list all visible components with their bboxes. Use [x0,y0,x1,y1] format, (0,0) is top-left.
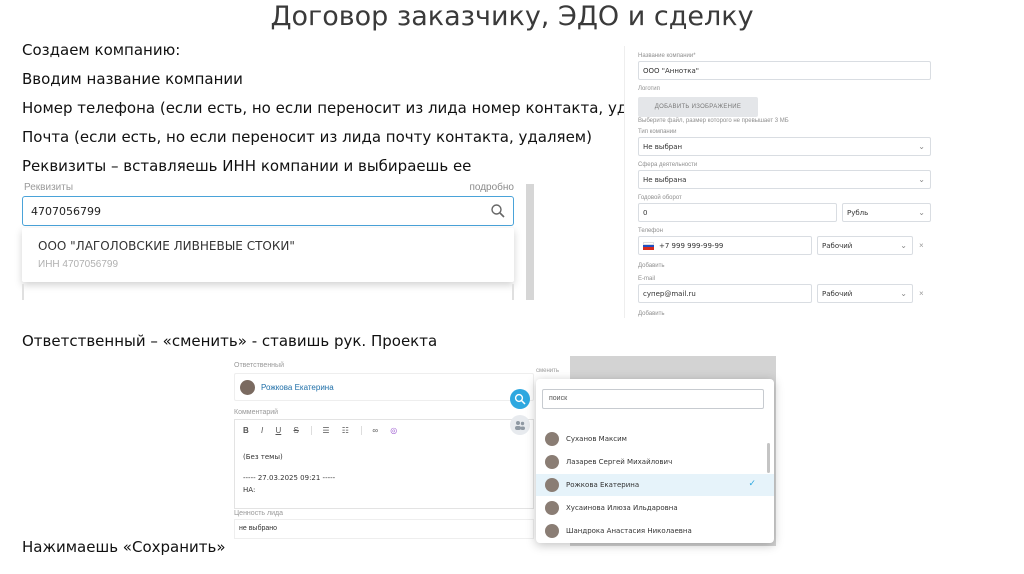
responsible-name: Рожкова Екатерина [261,383,334,392]
user-name: Суханов Максим [566,435,627,443]
suggestion-inn: ИНН 4707056799 [38,259,119,270]
step-save: Нажимаешь «Сохранить» [22,538,226,556]
responsible-screenshot: Ответственный Рожкова Екатерина сменить … [230,356,776,546]
step-responsible: Ответственный – «сменить» - ставишь рук.… [22,332,438,350]
users-icon[interactable] [510,415,530,435]
divider [512,284,514,300]
avatar [545,501,559,515]
add-phone-link[interactable]: Добавить [638,263,665,269]
currency-value: Рубль [847,209,869,217]
avatar [545,478,559,492]
copilot-icon[interactable]: ◎ [390,426,397,435]
logo-label: Логотип [638,86,660,92]
turnover-input[interactable]: 0 [638,203,837,222]
remove-email-icon[interactable]: × [919,289,924,298]
search-icon[interactable] [490,203,506,219]
slide-title: Договор заказчику, ЭДО и сделку [270,1,754,32]
sphere-select[interactable]: Не выбрана ⌄ [638,170,931,189]
step-create-company: Создаем компанию: [22,41,181,59]
list-item-selected[interactable]: Рожкова Екатерина ✓ [536,474,774,496]
logo-hint: Выберите файл, размер которого не превыш… [638,118,789,124]
step-enter-name: Вводим название компании [22,70,243,88]
currency-select[interactable]: Рубль ⌄ [842,203,931,222]
avatar [545,524,559,538]
company-type-select[interactable]: Не выбран ⌄ [638,137,931,156]
company-form-screenshot: Название компании* ООО "Аннотка" Логотип… [624,46,940,318]
add-image-button[interactable]: ДОБАВИТЬ ИЗОБРАЖЕНИЕ [638,97,758,117]
change-link[interactable]: сменить [536,368,559,374]
italic-button[interactable]: I [261,426,263,435]
comment-label: Комментарий [234,409,279,416]
chevron-down-icon: ⌄ [918,142,925,151]
bullet-list-icon[interactable]: ☷ [342,426,349,435]
phone-input[interactable]: +7 999 999-99-99 [638,236,812,255]
lead-value-label: Ценность лида [234,510,283,517]
chevron-down-icon: ⌄ [918,175,925,184]
step-phone: Номер телефона (если есть, но если перен… [22,99,682,117]
list-item[interactable]: Хусаинова Илюза Ильдаровна [536,497,774,519]
requisites-label: Реквизиты [24,182,74,193]
strike-button[interactable]: S [294,426,299,435]
avatar [240,380,255,395]
phone-value: +7 999 999-99-99 [659,242,724,250]
company-type-value: Не выбран [643,143,683,151]
avatar [545,432,559,446]
chevron-down-icon: ⌄ [900,241,907,250]
step-email: Почта (если есть, но если переносит из л… [22,128,592,146]
company-type-label: Тип компании [638,129,677,135]
toolbar-divider [361,426,363,436]
responsible-label: Ответственный [234,362,284,369]
phone-type-select[interactable]: Рабочий ⌄ [817,236,913,255]
lead-value-select[interactable]: не выбрано [234,519,534,539]
check-icon: ✓ [748,478,756,488]
numbered-list-icon[interactable]: ☰ [322,426,329,435]
details-link[interactable]: подробно [469,182,514,193]
divider [22,284,24,300]
sphere-value: Не выбрана [643,176,687,184]
list-item[interactable]: Шандрока Анастасия Николаевна [536,520,774,542]
remove-phone-icon[interactable]: × [919,241,924,250]
step-requisites: Реквизиты – вставляешь ИНН компании и вы… [22,157,472,175]
scrollbar[interactable] [526,184,534,300]
list-item[interactable]: Суханов Максим [536,428,774,450]
company-name-input[interactable]: ООО "Аннотка" [638,61,931,80]
user-name: Шандрока Анастасия Николаевна [566,527,692,535]
recipient-line: НА: [243,486,256,494]
turnover-label: Годовой оборот [638,195,682,201]
phone-type-value: Рабочий [822,242,853,250]
responsible-field[interactable]: Рожкова Екатерина [234,373,534,401]
editor-toolbar: B I U S ☰ ☷ ∞ ◎ [243,426,407,436]
user-name: Рожкова Екатерина [566,481,640,489]
add-email-link[interactable]: Добавить [638,311,665,317]
chevron-down-icon: ⌄ [900,289,907,298]
search-user-icon[interactable] [510,389,530,409]
requisites-input[interactable]: 4707056799 [22,196,514,226]
company-name-label: Название компании* [638,53,696,59]
requisites-input-value: 4707056799 [31,205,101,218]
suggestion-company-name: ООО "ЛАГОЛОВСКИЕ ЛИВНЕВЫЕ СТОКИ" [38,239,295,253]
user-search-input[interactable]: поиск [542,389,764,409]
email-subject: (Без темы) [243,453,283,461]
email-type-select[interactable]: Рабочий ⌄ [817,284,913,303]
user-name: Хусаинова Илюза Ильдаровна [566,504,678,512]
list-item[interactable]: Лазарев Сергей Михайлович [536,451,774,473]
chevron-down-icon: ⌄ [918,208,925,217]
requisites-suggestion[interactable]: ООО "ЛАГОЛОВСКИЕ ЛИВНЕВЫЕ СТОКИ" ИНН 470… [22,228,514,282]
toolbar-divider [311,426,313,436]
phone-label: Телефон [638,228,663,234]
user-name: Лазарев Сергей Михайлович [566,458,673,466]
email-label: E-mail [638,276,656,282]
avatar [545,455,559,469]
user-picker-dropdown: поиск Суханов Максим Лазарев Сергей Миха… [536,379,774,543]
comment-editor[interactable]: B I U S ☰ ☷ ∞ ◎ (Без темы) ----- 27.03.2… [234,419,534,509]
russia-flag-icon [643,242,654,250]
underline-button[interactable]: U [275,426,281,435]
requisites-screenshot: Реквизиты подробно 4707056799 ООО "ЛАГОЛ… [20,180,534,300]
sphere-label: Сфера деятельности [638,162,698,168]
email-input[interactable]: супер@mail.ru [638,284,812,303]
email-type-value: Рабочий [822,290,853,298]
link-icon[interactable]: ∞ [372,426,378,435]
bold-button[interactable]: B [243,426,249,435]
forwarded-header: ----- 27.03.2025 09:21 ----- [243,474,336,482]
